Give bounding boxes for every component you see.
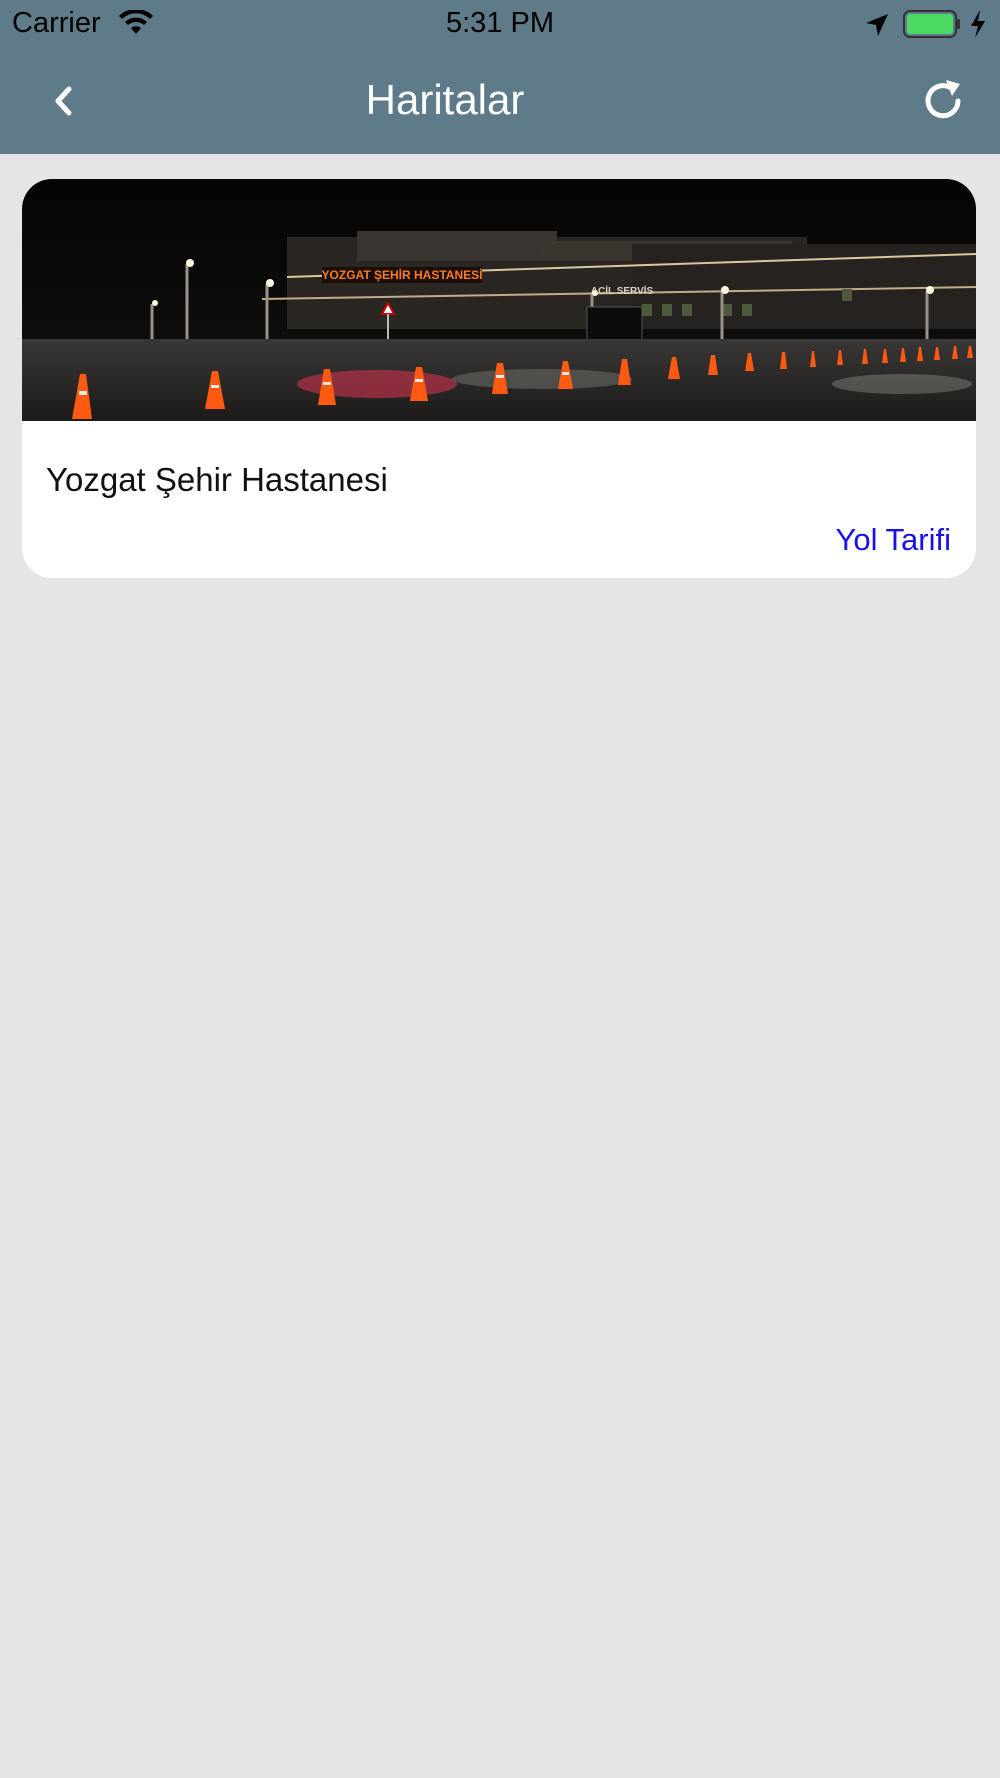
top-bar: Carrier 5:31 PM Haritalar [0,0,1000,154]
status-bar: Carrier 5:31 PM [0,0,1000,50]
clock: 5:31 PM [446,7,554,39]
page-title: Haritalar [365,76,525,123]
location-arrow-icon [866,14,888,36]
battery-icon [903,10,960,38]
hospital-sign-text: YOZGAT ŞEHİR HASTANESİ [322,267,483,282]
nav-bar: Haritalar [0,50,1000,154]
charging-bolt-icon [971,10,985,38]
map-card[interactable]: YOZGAT ŞEHİR HASTANESİ ACİL SERVİS Yozga… [22,179,976,578]
refresh-icon[interactable] [918,76,968,126]
hospital-photo: YOZGAT ŞEHİR HASTANESİ ACİL SERVİS [22,179,976,421]
emergency-sign-text: ACİL SERVİS [591,284,654,297]
directions-link[interactable]: Yol Tarifi [836,522,951,558]
card-title: Yozgat Şehir Hastanesi [46,461,388,498]
